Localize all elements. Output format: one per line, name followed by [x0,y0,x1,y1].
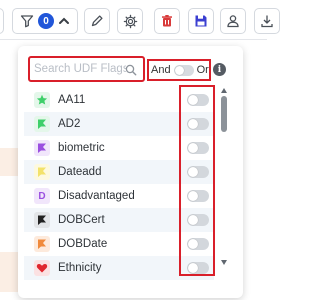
flag-toggle[interactable] [187,94,209,106]
flag-icon [34,164,50,180]
flag-icon [34,140,50,156]
flag-label: Dateadd [58,166,102,178]
background-strip [0,148,18,176]
or-label: Or [196,64,209,76]
info-icon[interactable]: i [213,63,226,76]
download-icon [260,14,274,28]
flag-label: AA11 [58,94,86,106]
flag-toggle[interactable] [187,166,209,178]
and-or-switch[interactable] [173,64,194,76]
udf-flags-page: 0 Search UDF Flags And Or i AA11 AD2 bio… [0,0,280,300]
filter-toggle-button[interactable]: 0 [12,8,78,34]
list-item[interactable]: AD2 [24,112,214,136]
flag-label: Ethnicity [58,262,102,274]
flag-icon [34,212,50,228]
list-item[interactable]: AA11 [24,88,214,112]
flag-toggle[interactable] [187,238,209,250]
flag-toggle[interactable] [187,142,209,154]
flag-toggle[interactable] [187,118,209,130]
flag-toggle[interactable] [187,262,209,274]
flag-label: AD2 [58,118,81,130]
save-icon [194,14,208,28]
download-button[interactable] [254,8,280,34]
list-item[interactable]: Ethnicity [24,256,214,280]
heart-icon [34,260,50,276]
list-item[interactable]: DOBCert [24,208,214,232]
chevron-up-icon [58,15,70,27]
settings-button[interactable] [117,8,143,34]
partial-button[interactable] [0,8,4,34]
user-button[interactable] [220,8,246,34]
star-icon [34,92,50,108]
user-icon [226,14,240,28]
flag-icon [34,116,50,132]
list-item[interactable]: DOBDate [24,232,214,256]
search-box [28,56,145,82]
filter-count-badge: 0 [38,13,54,29]
and-label: And [151,64,171,76]
flag-list: AA11 AD2 biometric Dateadd D Disadvantag… [24,88,214,280]
search-input[interactable] [34,61,126,77]
flag-icon [34,236,50,252]
gear-icon [123,14,138,29]
flag-label: DOBDate [58,238,108,250]
scroll-down-arrow[interactable] [221,260,227,265]
toolbar: 0 [0,0,280,40]
pencil-icon [90,14,104,28]
delete-button[interactable] [154,8,180,34]
list-item[interactable]: Dateadd [24,160,214,184]
letter-d-icon: D [34,188,50,204]
save-button[interactable] [188,8,214,34]
background-strip [0,252,18,292]
and-or-toggle: And Or [147,59,211,81]
list-item[interactable]: biometric [24,136,214,160]
flag-toggle[interactable] [187,190,209,202]
flag-toggle[interactable] [187,214,209,226]
search-icon[interactable] [125,63,137,81]
flag-label: Disadvantaged [58,190,135,202]
scroll-up-arrow[interactable] [221,88,227,93]
filter-icon [20,14,34,28]
edit-button[interactable] [84,8,110,34]
flag-label: DOBCert [58,214,105,226]
flag-label: biometric [58,142,105,154]
trash-icon [160,14,174,28]
list-item[interactable]: D Disadvantaged [24,184,214,208]
scrollbar-thumb[interactable] [221,96,227,132]
